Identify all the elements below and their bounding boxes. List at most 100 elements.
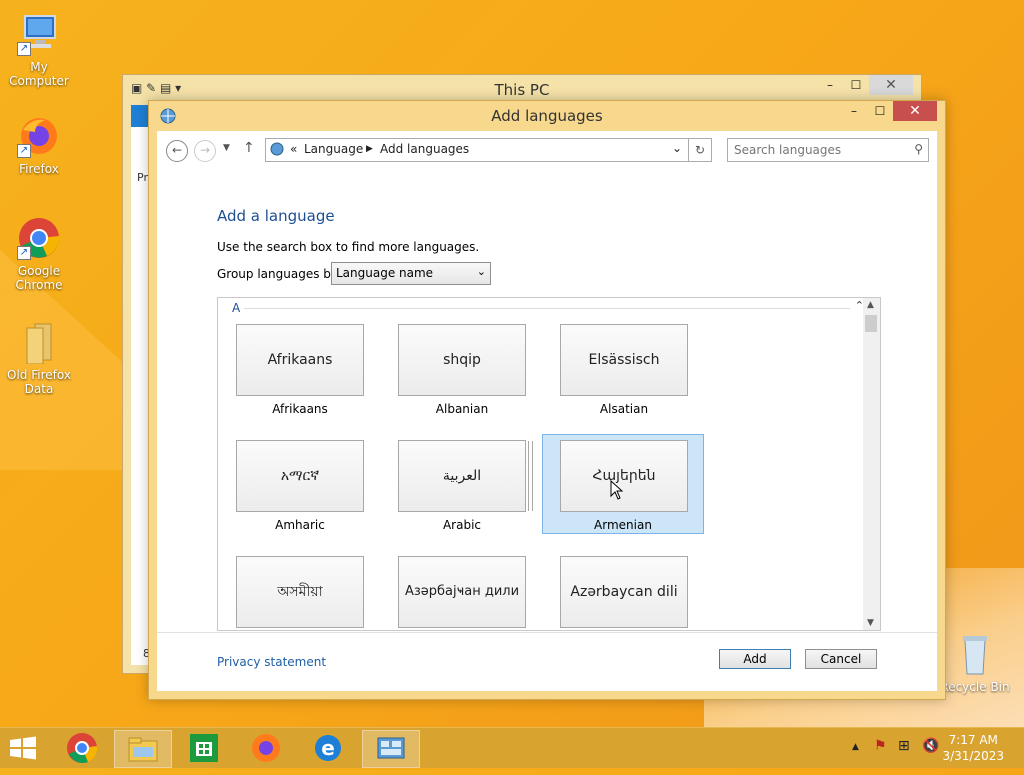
back-arrow-icon[interactable]: ← bbox=[166, 140, 188, 162]
language-name: Afrikaans bbox=[272, 402, 328, 416]
language-native-name: Հայերեն bbox=[560, 440, 688, 512]
group-by-dropdown[interactable]: Language name ⌄ bbox=[331, 262, 491, 285]
address-dropdown-icon[interactable]: ⌄ bbox=[672, 141, 682, 155]
group-header-a: A bbox=[232, 301, 241, 315]
taskbar-chrome-icon[interactable] bbox=[54, 730, 110, 766]
desktop-icon-recycle-bin[interactable]: Recycle Bin bbox=[936, 632, 1014, 694]
language-tile-arabic[interactable]: العربية Arabic bbox=[382, 436, 542, 534]
desktop-icon-label: Old Firefox Data bbox=[7, 368, 71, 396]
language-native-name: Azərbaycan dili bbox=[560, 556, 688, 628]
language-tile-afrikaans[interactable]: Afrikaans Afrikaans bbox=[220, 320, 380, 418]
recycle-bin-icon bbox=[953, 632, 997, 676]
language-native-name: Азәрбајҹан дили bbox=[398, 556, 526, 628]
network-icon[interactable]: ⊞ bbox=[898, 738, 910, 754]
page-heading: Add a language bbox=[217, 207, 335, 225]
up-arrow-icon[interactable]: ↑ bbox=[243, 140, 255, 156]
desktop-icon-label: Google Chrome bbox=[15, 264, 63, 292]
address-bar[interactable]: « Language ▶ Add languages ⌄ bbox=[265, 138, 689, 162]
desktop-icon-label: Firefox bbox=[19, 162, 59, 176]
scroll-down-icon[interactable]: ▼ bbox=[867, 618, 874, 628]
language-tile-azerbaijani-latin[interactable]: Azərbaycan dili bbox=[544, 552, 704, 630]
mouse-cursor-icon bbox=[610, 479, 624, 503]
chevron-down-icon: ⌄ bbox=[476, 265, 486, 278]
language-list[interactable]: A ⌃ Afrikaans Afrikaans shqip Albanian E… bbox=[217, 297, 881, 631]
this-pc-peek-text: Pr bbox=[137, 171, 148, 184]
breadcrumb-prefix: « bbox=[290, 142, 298, 156]
volume-muted-icon[interactable]: 🔇 bbox=[922, 738, 939, 754]
desktop-icon-my-computer[interactable]: ↗ My Computer bbox=[0, 12, 78, 88]
language-native-name: অসমীয়া bbox=[236, 556, 364, 628]
window-title: Add languages bbox=[491, 107, 603, 125]
scroll-thumb[interactable] bbox=[865, 315, 877, 332]
minimize-icon[interactable]: – bbox=[841, 101, 867, 121]
taskbar-control-panel-icon[interactable] bbox=[362, 730, 420, 768]
group-divider bbox=[244, 308, 850, 309]
taskbar-internet-explorer-icon[interactable]: e bbox=[300, 730, 356, 766]
clock-time: 7:17 AM bbox=[948, 733, 998, 747]
breadcrumb-language[interactable]: Language bbox=[304, 142, 363, 156]
taskbar-firefox-icon[interactable] bbox=[238, 730, 294, 766]
navigation-bar: ← → ▼ ↑ « Language ▶ Add languages ⌄ ↻ ⚲ bbox=[157, 131, 937, 171]
language-location-icon bbox=[269, 141, 285, 160]
desktop-icon-label: My Computer bbox=[9, 60, 69, 88]
language-name: Arabic bbox=[442, 518, 482, 532]
maximize-icon[interactable]: ☐ bbox=[867, 101, 893, 121]
taskbar: e ▲ ⚑ ⊞ 🔇 7:17 AM 3/31/2023 bbox=[0, 727, 1024, 768]
dialog-body: ← → ▼ ↑ « Language ▶ Add languages ⌄ ↻ ⚲… bbox=[157, 131, 937, 691]
computer-icon: ↗ bbox=[17, 12, 61, 56]
language-native-name: Elsässisch bbox=[560, 324, 688, 396]
desktop-icon-firefox[interactable]: ↗ Firefox bbox=[0, 114, 78, 176]
add-languages-window[interactable]: Add languages – ☐ ✕ ← → ▼ ↑ « Language ▶… bbox=[148, 100, 946, 700]
close-icon[interactable]: ✕ bbox=[893, 101, 937, 121]
close-icon[interactable]: ✕ bbox=[869, 75, 913, 95]
breadcrumb-separator-icon[interactable]: ▶ bbox=[366, 144, 373, 154]
language-name: Amharic bbox=[275, 518, 325, 532]
dialog-footer: Privacy statement Add Cancel bbox=[157, 632, 937, 691]
language-tile-amharic[interactable]: አማርኛ Amharic bbox=[220, 436, 380, 534]
folder-icon bbox=[17, 320, 61, 365]
svg-text:e: e bbox=[321, 736, 335, 760]
forward-arrow-icon[interactable]: → bbox=[194, 140, 216, 162]
clock[interactable]: 7:17 AM 3/31/2023 bbox=[942, 732, 1004, 764]
language-name: Armenian bbox=[594, 518, 652, 532]
recent-locations-chevron-icon[interactable]: ▼ bbox=[223, 143, 230, 153]
language-native-name: Afrikaans bbox=[236, 324, 364, 396]
group-by-label: Group languages by: bbox=[217, 267, 342, 281]
action-center-flag-icon[interactable]: ⚑ bbox=[874, 738, 887, 754]
vertical-scrollbar[interactable]: ▲ ▼ bbox=[863, 298, 880, 630]
chrome-icon: ↗ bbox=[17, 216, 61, 260]
breadcrumb-add-languages[interactable]: Add languages bbox=[380, 142, 469, 156]
search-box[interactable]: ⚲ bbox=[727, 138, 929, 162]
language-tile-azerbaijani-cyrillic[interactable]: Азәрбајҹан дили bbox=[382, 552, 542, 630]
privacy-statement-link[interactable]: Privacy statement bbox=[217, 655, 326, 669]
scroll-up-icon[interactable]: ▲ bbox=[867, 300, 874, 310]
maximize-icon[interactable]: ☐ bbox=[843, 75, 869, 95]
clock-date: 3/31/2023 bbox=[942, 749, 1004, 763]
language-name: Albanian bbox=[435, 402, 489, 416]
search-input[interactable] bbox=[732, 139, 906, 161]
desktop-icon-google-chrome[interactable]: ↗ Google Chrome bbox=[0, 216, 78, 292]
minimize-icon[interactable]: – bbox=[817, 75, 843, 95]
desktop-icon-label: Recycle Bin bbox=[940, 680, 1010, 694]
this-pc-title: This PC bbox=[494, 81, 550, 99]
cancel-button[interactable]: Cancel bbox=[805, 649, 877, 669]
group-by-value: Language name bbox=[336, 266, 434, 280]
language-native-name: العربية bbox=[398, 440, 526, 512]
show-hidden-icons-chevron-icon[interactable]: ▲ bbox=[852, 742, 859, 752]
language-native-name: አማርኛ bbox=[236, 440, 364, 512]
this-pc-titlebar[interactable]: ▣ ✎ ▤ ▾ This PC – ☐ ✕ bbox=[123, 75, 921, 103]
taskbar-file-explorer-icon[interactable] bbox=[114, 730, 172, 768]
firefox-icon: ↗ bbox=[17, 114, 61, 158]
language-name: Alsatian bbox=[599, 402, 649, 416]
refresh-icon[interactable]: ↻ bbox=[689, 138, 712, 162]
language-tile-albanian[interactable]: shqip Albanian bbox=[382, 320, 542, 418]
search-hint: Use the search box to find more language… bbox=[217, 240, 480, 254]
language-tile-alsatian[interactable]: Elsässisch Alsatian bbox=[544, 320, 704, 418]
language-tile-assamese[interactable]: অসমীয়া bbox=[220, 552, 380, 630]
language-native-name: shqip bbox=[398, 324, 526, 396]
desktop-icon-old-firefox-data[interactable]: Old Firefox Data bbox=[0, 320, 78, 396]
start-windows-icon[interactable] bbox=[8, 736, 38, 763]
taskbar-store-icon[interactable] bbox=[176, 730, 232, 766]
add-button[interactable]: Add bbox=[719, 649, 791, 669]
search-icon[interactable]: ⚲ bbox=[914, 142, 923, 156]
